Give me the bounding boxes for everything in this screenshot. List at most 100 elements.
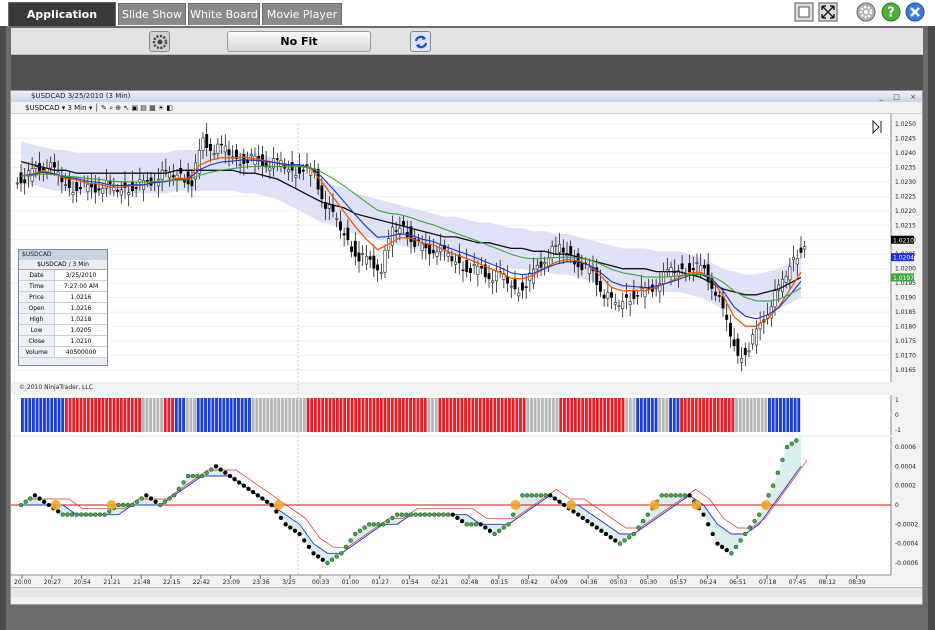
trend-bar (650, 398, 654, 432)
oscillator-dot (497, 528, 502, 533)
candle-body (75, 182, 79, 192)
oscillator-dot (427, 512, 432, 517)
trend-bar (171, 398, 175, 432)
data-box-row: Open 1.0216 (19, 303, 107, 314)
data-box-row: Volume 40500000 (19, 347, 107, 358)
candle-body (450, 256, 454, 262)
time-axis-tick: 20:54 (74, 579, 91, 586)
trend-bar (376, 398, 380, 432)
trend-bar (486, 398, 489, 432)
trend-bar (716, 398, 720, 432)
trend-bar (405, 398, 409, 432)
oscillator-dot (455, 515, 460, 521)
candle-body (506, 276, 510, 284)
trend-bar (233, 398, 237, 432)
trend-bar (75, 398, 79, 432)
close-icon[interactable] (905, 2, 925, 22)
data-box-label: Volume (19, 347, 55, 357)
refresh-icon[interactable] (410, 31, 431, 52)
trend-bar (116, 398, 120, 432)
trend-bar (793, 398, 797, 432)
trend-bar (735, 398, 738, 432)
trend-bar (533, 398, 537, 432)
trend-bar (196, 398, 200, 432)
help-icon[interactable]: ? (881, 2, 901, 22)
candle-body (201, 137, 205, 151)
interval-selector[interactable]: 3 Min (67, 104, 86, 112)
oscillator-dot (557, 499, 562, 504)
price-axis-tick: 1.0215 (895, 222, 916, 229)
oscillator-dot (306, 544, 312, 550)
candle-body (754, 328, 758, 346)
trend-bar (471, 398, 475, 432)
candle-body (376, 264, 380, 271)
oscillator-dot (789, 441, 794, 446)
time-axis-tick: 06:51 (729, 579, 746, 586)
trend-bar (606, 398, 610, 432)
trend-bar (343, 398, 347, 432)
trend-bar (123, 398, 127, 432)
candle-body (517, 292, 521, 297)
zero-cross-marker (649, 500, 660, 510)
candle-body (130, 182, 134, 192)
trend-bar (390, 398, 394, 432)
oscillator-dot (357, 528, 363, 533)
trend-bar (427, 398, 431, 432)
oscillator-dot (176, 486, 182, 492)
oscillator-dot (390, 515, 395, 521)
restore-icon[interactable] (794, 2, 814, 22)
trend-bar (409, 398, 413, 432)
candle-body (513, 278, 517, 290)
time-axis-tick: 23:36 (252, 579, 269, 586)
oscillator-dot (195, 473, 200, 479)
candle-body (702, 264, 706, 269)
trend-bar (255, 398, 259, 432)
tab-slide-show[interactable]: Slide Show (118, 3, 186, 25)
fullscreen-icon[interactable] (818, 2, 838, 22)
candle-body (587, 266, 591, 274)
trend-bar (248, 398, 251, 432)
trend-bar (764, 398, 768, 432)
trend-bar (779, 398, 782, 432)
time-axis-tick: 22:15 (163, 579, 180, 586)
trend-bar (676, 398, 680, 432)
candle-body (732, 339, 736, 347)
instrument-selector[interactable]: $USDCAD (25, 104, 59, 112)
oscillator-dot (264, 499, 270, 504)
trend-bar (64, 398, 68, 432)
trend-bar (584, 398, 588, 432)
tab-movie-player[interactable]: Movie Player (262, 3, 342, 25)
trend-bar (680, 398, 684, 432)
tab-application-sharing[interactable]: Application Sharing (8, 2, 116, 45)
candle-body (613, 302, 617, 305)
trend-bar (189, 398, 193, 432)
price-chart[interactable]: 1.0250 1.0245 1.0240 1.0235 1.0230 1.0225 1.02… (11, 114, 923, 587)
trend-bar (141, 398, 145, 432)
trend-bar (277, 398, 281, 432)
trend-bar (35, 398, 39, 432)
fit-mode-button[interactable]: No Fit (227, 31, 371, 52)
candle-body (546, 257, 550, 267)
chart-tools-icons[interactable]: │ ✎ ⌕ ⊕ ↖ ▣ ▤ ▦ ☀ ◧ (95, 104, 174, 112)
oscillator-dot (473, 522, 479, 527)
candle-body (220, 143, 224, 146)
trend-bar (434, 398, 438, 432)
gear-icon[interactable] (149, 31, 170, 52)
trend-bar (566, 398, 570, 432)
oscillator-dot (622, 538, 627, 543)
horizontal-scrollbar[interactable] (11, 587, 922, 597)
candle-body (773, 290, 777, 308)
oscillator-dot (227, 473, 233, 479)
oscillator-dot (436, 512, 442, 517)
settings-icon[interactable] (856, 2, 876, 22)
candle-body (134, 187, 138, 190)
oscillator-dot (55, 509, 61, 514)
price-marker-label: 1.0197 (893, 275, 914, 282)
trend-bar (475, 398, 478, 432)
trend-bar (727, 398, 731, 432)
trend-bar (270, 398, 273, 432)
tab-white-board[interactable]: White Board (188, 3, 260, 25)
oscillator-dot (362, 525, 367, 530)
oscillator-panel-bg (11, 437, 891, 575)
candle-body (402, 220, 406, 226)
